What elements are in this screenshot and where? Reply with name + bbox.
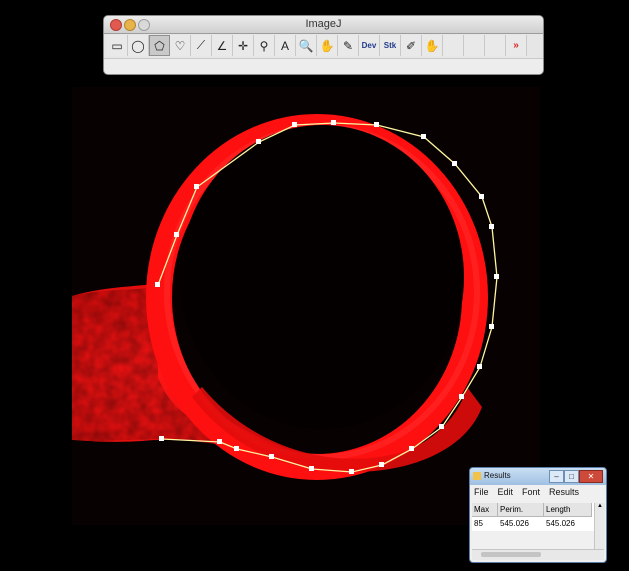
maximize-icon[interactable]: □ [564, 470, 579, 483]
column-header[interactable]: Max [472, 503, 498, 517]
text-tool-icon[interactable]: A [275, 35, 296, 56]
results-title: Results [484, 471, 511, 480]
imagej-toolbar-window: ImageJ ▭ ◯ ⬠ ♡ ⟋ ∠ ✛ ⚲ A 🔍 ✋ ✎ Dev Stk ✐ ✋» [103, 15, 544, 75]
angle-tool-icon[interactable]: ∠ [212, 35, 233, 56]
close-icon[interactable]: ✕ [579, 470, 603, 483]
wand-tool-icon[interactable]: ⚲ [254, 35, 275, 56]
horizontal-scrollbar[interactable] [472, 549, 604, 560]
results-window: Results – □ ✕ File Edit Font Results Max Per… [469, 467, 607, 563]
table-cell: 545.026 [500, 519, 529, 528]
point-tool-icon[interactable]: ✛ [233, 35, 254, 56]
polygon-select-icon[interactable]: ⬠ [149, 35, 170, 56]
results-titlebar[interactable]: Results – □ ✕ [470, 468, 606, 485]
stk-menu-icon[interactable]: Stk [380, 35, 401, 56]
empty-tool-slot[interactable] [443, 35, 464, 56]
oval-select-icon[interactable]: ◯ [128, 35, 149, 56]
column-header[interactable]: Length [544, 503, 592, 517]
brush-tool-icon[interactable]: ✐ [401, 35, 422, 56]
menu-font[interactable]: Font [522, 487, 540, 497]
status-bar [104, 58, 543, 74]
line-tool-icon[interactable]: ⟋ [191, 35, 212, 56]
image-canvas[interactable] [72, 87, 540, 525]
table-cell: 545.026 [546, 519, 575, 528]
table-row[interactable]: 85 545.026 545.026 [472, 517, 594, 531]
freehand-select-icon[interactable]: ♡ [170, 35, 191, 56]
column-header[interactable]: Perim. [498, 503, 544, 517]
hand-tool-icon[interactable]: ✋ [317, 35, 338, 56]
dev-menu-icon[interactable]: Dev [359, 35, 380, 56]
menu-results[interactable]: Results [549, 487, 579, 497]
empty-tool-slot[interactable] [485, 35, 506, 56]
table-header: Max Perim. Length [472, 503, 594, 517]
menu-edit[interactable]: Edit [498, 487, 514, 497]
magnifier-icon[interactable]: 🔍 [296, 35, 317, 56]
minimize-icon[interactable]: – [549, 470, 564, 483]
menu-file[interactable]: File [474, 487, 489, 497]
fluorescence-image[interactable] [72, 87, 540, 525]
table-cell: 85 [474, 519, 483, 528]
dropper-icon[interactable]: ✎ [338, 35, 359, 56]
window-title: ImageJ [305, 18, 342, 30]
vertical-scrollbar[interactable]: ▲ [594, 503, 605, 549]
results-menu-bar: File Edit Font Results [470, 485, 606, 499]
app-icon [473, 472, 481, 480]
empty-tool-slot[interactable] [464, 35, 485, 56]
window-titlebar[interactable]: ImageJ [104, 16, 543, 34]
scroll-thumb[interactable] [481, 552, 541, 557]
rectangle-select-icon[interactable]: ▭ [107, 35, 128, 56]
cell-interior [180, 125, 464, 429]
flood-fill-icon[interactable]: ✋ [422, 35, 443, 56]
tool-bar: ▭ ◯ ⬠ ♡ ⟋ ∠ ✛ ⚲ A 🔍 ✋ ✎ Dev Stk ✐ ✋» [107, 35, 527, 57]
results-table: Max Perim. Length 85 545.026 545.026 [472, 503, 594, 531]
more-tools-icon[interactable]: » [506, 35, 527, 56]
